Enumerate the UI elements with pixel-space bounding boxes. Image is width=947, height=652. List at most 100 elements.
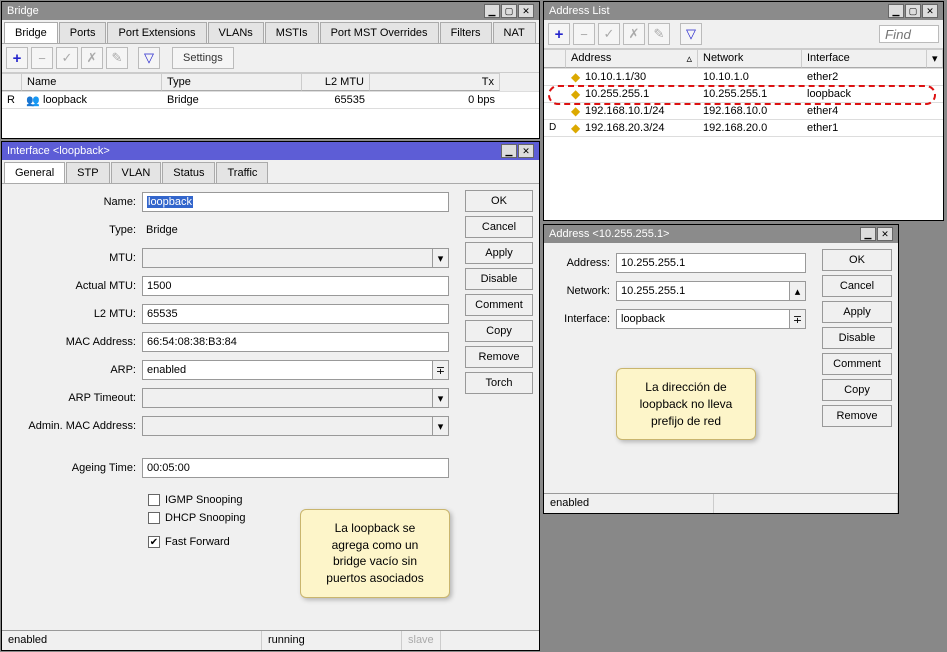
comment-button[interactable]: Comment xyxy=(822,353,892,375)
tab-bridge[interactable]: Bridge xyxy=(4,22,58,43)
tab-filters[interactable]: Filters xyxy=(440,22,492,43)
cancel-button[interactable]: Cancel xyxy=(465,216,533,238)
ok-button[interactable]: OK xyxy=(822,249,892,271)
tab-port-extensions[interactable]: Port Extensions xyxy=(107,22,206,43)
minimize-icon[interactable]: ▁ xyxy=(888,4,904,18)
admin-mac-field[interactable] xyxy=(142,416,433,436)
chevron-down-icon[interactable]: ▾ xyxy=(433,416,449,436)
filter-icon[interactable]: ▽ xyxy=(138,47,160,69)
disable-button[interactable]: ✗ xyxy=(623,23,645,45)
disable-button[interactable]: ✗ xyxy=(81,47,103,69)
address-list-title: Address List xyxy=(549,5,887,17)
tab-nat[interactable]: NAT xyxy=(493,22,536,43)
bridge-grid-body: R loopback Bridge 65535 0 bps xyxy=(2,92,539,138)
col-l2mtu[interactable]: L2 MTU xyxy=(302,73,370,91)
maximize-icon[interactable]: ▢ xyxy=(501,4,517,18)
bridge-titlebar[interactable]: Bridge ▁ ▢ ✕ xyxy=(2,2,539,20)
igmp-snooping-checkbox[interactable]: IGMP Snooping xyxy=(148,494,449,506)
apply-button[interactable]: Apply xyxy=(465,242,533,264)
col-flag[interactable] xyxy=(544,49,566,68)
address-list-titlebar[interactable]: Address List ▁ ▢ ✕ xyxy=(544,2,943,20)
table-row[interactable]: 10.10.1.1/30 10.10.1.0 ether2 xyxy=(544,69,943,86)
tab-port-mst-overrides[interactable]: Port MST Overrides xyxy=(320,22,439,43)
remove-button[interactable]: − xyxy=(31,47,53,69)
enable-button[interactable]: ✓ xyxy=(56,47,78,69)
close-icon[interactable]: ✕ xyxy=(922,4,938,18)
maximize-icon[interactable]: ▢ xyxy=(905,4,921,18)
minimize-icon[interactable]: ▁ xyxy=(501,144,517,158)
col-interface[interactable]: Interface xyxy=(802,49,927,68)
table-row[interactable]: 192.168.10.1/24 192.168.10.0 ether4 xyxy=(544,103,943,120)
col-type[interactable]: Type xyxy=(162,73,302,91)
close-icon[interactable]: ✕ xyxy=(518,4,534,18)
remove-button[interactable]: − xyxy=(573,23,595,45)
filter-icon[interactable]: ▽ xyxy=(680,23,702,45)
apply-button[interactable]: Apply xyxy=(822,301,892,323)
tab-vlan[interactable]: VLAN xyxy=(111,162,162,183)
bridge-tabs: Bridge Ports Port Extensions VLANs MSTIs… xyxy=(2,20,539,44)
chevron-up-icon[interactable]: ▴ xyxy=(790,281,806,301)
l2mtu-field[interactable]: 65535 xyxy=(142,304,449,324)
copy-button[interactable]: Copy xyxy=(465,320,533,342)
tab-ports[interactable]: Ports xyxy=(59,22,107,43)
network-field[interactable]: 10.255.255.1 xyxy=(616,281,790,301)
mtu-field[interactable] xyxy=(142,248,433,268)
col-more-icon[interactable]: ▾ xyxy=(927,49,943,68)
tab-traffic[interactable]: Traffic xyxy=(216,162,268,183)
callout-note: La loopback se agrega como un bridge vac… xyxy=(300,509,450,598)
actual-mtu-field[interactable]: 1500 xyxy=(142,276,449,296)
torch-button[interactable]: Torch xyxy=(465,372,533,394)
checkbox-checked-icon: ✔ xyxy=(148,536,160,548)
col-flag[interactable] xyxy=(2,73,22,91)
minimize-icon[interactable]: ▁ xyxy=(860,227,876,241)
mac-field[interactable]: 66:54:08:38:B3:84 xyxy=(142,332,449,352)
col-tx[interactable]: Tx xyxy=(370,73,500,91)
tab-mstis[interactable]: MSTIs xyxy=(265,22,319,43)
settings-button[interactable]: Settings xyxy=(172,47,234,69)
disable-button[interactable]: Disable xyxy=(822,327,892,349)
tab-general[interactable]: General xyxy=(4,162,65,183)
cancel-button[interactable]: Cancel xyxy=(822,275,892,297)
row-l2mtu: 65535 xyxy=(302,92,370,108)
table-row[interactable]: D 192.168.20.3/24 192.168.20.0 ether1 xyxy=(544,120,943,137)
arp-field[interactable]: enabled xyxy=(142,360,433,380)
address-field[interactable]: 10.255.255.1 xyxy=(616,253,806,273)
remove-button[interactable]: Remove xyxy=(822,405,892,427)
interface-title: Interface <loopback> xyxy=(7,145,500,157)
arp-timeout-field[interactable] xyxy=(142,388,433,408)
add-button[interactable]: + xyxy=(548,23,570,45)
find-input[interactable] xyxy=(879,25,939,43)
table-row[interactable]: R loopback Bridge 65535 0 bps xyxy=(2,92,539,109)
close-icon[interactable]: ✕ xyxy=(518,144,534,158)
copy-button[interactable]: Copy xyxy=(822,379,892,401)
chevron-down-icon[interactable]: ▾ xyxy=(433,248,449,268)
chevron-down-icon[interactable]: ▾ xyxy=(433,388,449,408)
minimize-icon[interactable]: ▁ xyxy=(484,4,500,18)
interface-titlebar[interactable]: Interface <loopback> ▁ ✕ xyxy=(2,142,539,160)
disable-button[interactable]: Disable xyxy=(465,268,533,290)
address-edit-titlebar[interactable]: Address <10.255.255.1> ▁ ✕ xyxy=(544,225,898,243)
ok-button[interactable]: OK xyxy=(465,190,533,212)
address-icon xyxy=(571,72,582,83)
add-button[interactable]: + xyxy=(6,47,28,69)
arp-label: ARP: xyxy=(12,364,142,376)
close-icon[interactable]: ✕ xyxy=(877,227,893,241)
tab-status[interactable]: Status xyxy=(162,162,215,183)
ageing-field[interactable]: 00:05:00 xyxy=(142,458,449,478)
dropdown-icon[interactable]: ∓ xyxy=(433,360,449,380)
comment-button[interactable]: ✎ xyxy=(106,47,128,69)
tab-stp[interactable]: STP xyxy=(66,162,109,183)
col-name[interactable]: Name xyxy=(22,73,162,91)
enable-button[interactable]: ✓ xyxy=(598,23,620,45)
ageing-label: Ageing Time: xyxy=(12,462,142,474)
remove-button[interactable]: Remove xyxy=(465,346,533,368)
comment-button[interactable]: Comment xyxy=(465,294,533,316)
interface-form: Name: loopback Type: Bridge MTU: ▾ Actua… xyxy=(2,184,459,562)
tab-vlans[interactable]: VLANs xyxy=(208,22,264,43)
comment-button[interactable]: ✎ xyxy=(648,23,670,45)
col-address[interactable]: Address▵ xyxy=(566,49,698,68)
col-network[interactable]: Network xyxy=(698,49,802,68)
name-field[interactable]: loopback xyxy=(142,192,449,212)
interface-field[interactable]: loopback xyxy=(616,309,790,329)
dropdown-icon[interactable]: ∓ xyxy=(790,309,806,329)
